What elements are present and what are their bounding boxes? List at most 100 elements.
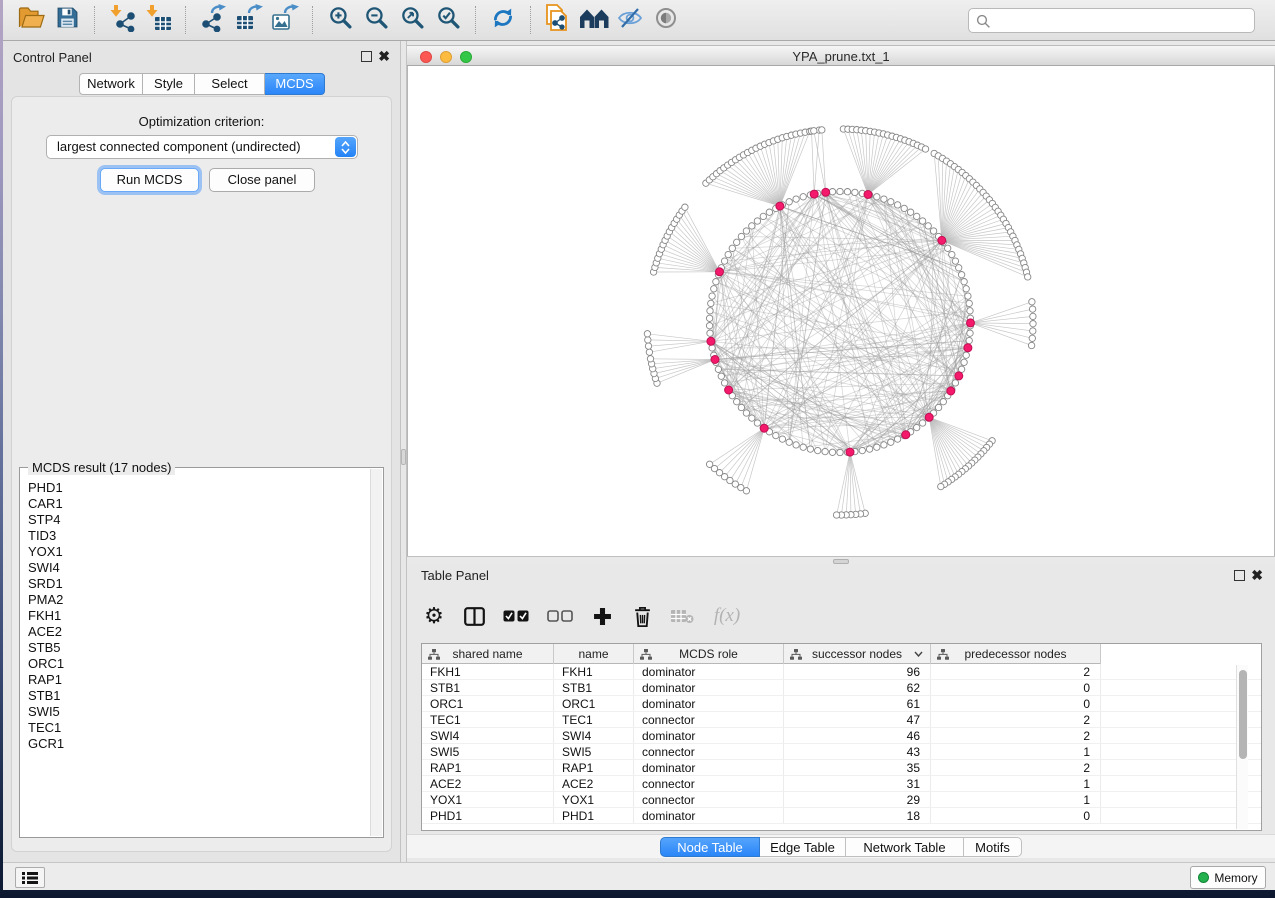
search-input[interactable] [995,10,1250,31]
plus-icon [593,607,612,626]
export-table-button[interactable] [231,3,267,37]
tab-network[interactable]: Network [79,73,143,95]
export-network-button[interactable] [195,3,231,37]
horizontal-splitter[interactable] [407,556,1275,564]
scrollbar-thumb[interactable] [1239,670,1247,759]
zoom-out-button[interactable] [358,3,394,37]
delete-column-button[interactable] [629,603,655,629]
table-row[interactable]: SWI5 SWI5 connector 43 1 [422,744,1261,760]
show-columns-button[interactable] [461,603,487,629]
list-item[interactable]: TID3 [22,528,369,544]
control-panel: Control Panel ✖ Network Style Select MCD… [3,41,400,862]
float-panel-icon[interactable] [1234,570,1245,581]
table-row[interactable]: FKH1 FKH1 dominator 96 2 [422,664,1261,680]
close-panel-icon[interactable]: ✖ [1251,567,1263,583]
memory-button[interactable]: Memory [1190,866,1266,889]
list-item[interactable]: FKH1 [22,608,369,624]
float-panel-icon[interactable] [361,51,372,62]
list-item[interactable]: ORC1 [22,656,369,672]
column-header-successor-nodes[interactable]: successor nodes [784,644,931,664]
splitter-handle[interactable] [833,559,849,564]
export-image-button[interactable] [267,3,303,37]
floppy-disk-icon [56,6,79,34]
list-item[interactable]: SRD1 [22,576,369,592]
export-network-icon [199,4,227,37]
list-item[interactable]: STB1 [22,688,369,704]
open-file-button[interactable] [13,3,49,37]
control-panel-title: Control Panel [13,50,92,65]
first-neighbors-button[interactable] [576,3,612,37]
zoom-in-button[interactable] [322,3,358,37]
close-panel-button[interactable]: Close panel [209,168,315,192]
show-all-button[interactable] [648,3,684,37]
column-header-shared-name[interactable]: shared name [422,644,554,664]
deselect-all-button[interactable] [545,603,575,629]
mcds-result-list[interactable]: PHD1CAR1STP4TID3YOX1SWI4SRD1PMA2FKH1ACE2… [22,480,369,835]
table-row[interactable]: STB1 STB1 dominator 62 0 [422,680,1261,696]
import-network-button[interactable] [104,3,140,37]
tab-motifs[interactable]: Motifs [964,837,1022,857]
hide-selected-button[interactable] [612,3,648,37]
tab-node-table[interactable]: Node Table [660,837,760,857]
zoom-selected-button[interactable] [430,3,466,37]
list-item[interactable]: PMA2 [22,592,369,608]
delete-table-button[interactable] [669,603,695,629]
list-item[interactable]: GCR1 [22,736,369,752]
table-row[interactable]: YOX1 YOX1 connector 29 1 [422,792,1261,808]
zoom-fit-button[interactable] [394,3,430,37]
list-item[interactable]: RAP1 [22,672,369,688]
list-item[interactable]: YOX1 [22,544,369,560]
settings-gear-button[interactable]: ⚙ [421,603,447,629]
column-header-name[interactable]: name [554,644,634,664]
trash-icon [634,606,651,627]
list-item[interactable]: SWI5 [22,704,369,720]
table-row[interactable]: ORC1 ORC1 dominator 61 0 [422,696,1261,712]
column-header-predecessor-nodes[interactable]: predecessor nodes [931,644,1101,664]
list-item[interactable]: PHD1 [22,480,369,496]
table-toolbar: ⚙ [421,590,1261,642]
list-item[interactable]: CAR1 [22,496,369,512]
close-panel-icon[interactable]: ✖ [378,48,390,64]
criterion-dropdown[interactable]: largest connected component (undirected) [46,135,358,159]
save-session-button[interactable] [49,3,85,37]
list-item[interactable]: ACE2 [22,624,369,640]
tab-select[interactable]: Select [195,73,265,95]
table-tabs: Node Table Edge Table Network Table Moti… [660,837,1022,857]
list-item[interactable]: SWI4 [22,560,369,576]
function-builder-button[interactable]: f(x) [709,603,745,629]
task-history-button[interactable] [15,867,45,888]
column-header-mcds-role[interactable]: MCDS role [634,644,784,664]
table-row[interactable]: TEC1 TEC1 connector 47 2 [422,712,1261,728]
table-row[interactable]: RAP1 RAP1 dominator 35 2 [422,760,1261,776]
tab-edge-table[interactable]: Edge Table [760,837,846,857]
tab-mcds[interactable]: MCDS [265,73,325,95]
result-list-scrollbar[interactable] [370,469,382,836]
search-box [968,8,1255,33]
network-graph[interactable] [408,66,1274,556]
tab-network-table[interactable]: Network Table [846,837,964,857]
list-item[interactable]: TEC1 [22,720,369,736]
list-item[interactable]: STP4 [22,512,369,528]
share-document-button[interactable] [540,3,576,37]
function-icon: f(x) [714,605,740,627]
table-scrollbar[interactable] [1236,665,1248,829]
refresh-layout-button[interactable] [485,3,521,37]
table-row[interactable]: PHD1 PHD1 dominator 18 0 [422,808,1261,824]
zoom-out-icon [364,5,389,35]
network-canvas[interactable] [407,66,1275,556]
vertical-splitter[interactable] [400,41,407,862]
control-panel-header: Control Panel ✖ [3,48,400,68]
zoom-fit-icon [400,5,425,35]
table-row[interactable]: SWI4 SWI4 dominator 46 2 [422,728,1261,744]
table-row[interactable]: ACE2 ACE2 connector 31 1 [422,776,1261,792]
splitter-handle[interactable] [401,449,406,465]
import-table-button[interactable] [140,3,176,37]
list-item[interactable]: STB5 [22,640,369,656]
attribute-icon [937,649,949,660]
select-all-button[interactable] [501,603,531,629]
add-column-button[interactable] [589,603,615,629]
run-mcds-button[interactable]: Run MCDS [100,168,199,192]
criterion-dropdown-value: largest connected component (undirected) [57,139,301,154]
table-body: FKH1 FKH1 dominator 96 2 STB1 STB1 domin… [422,664,1261,824]
tab-style[interactable]: Style [143,73,195,95]
